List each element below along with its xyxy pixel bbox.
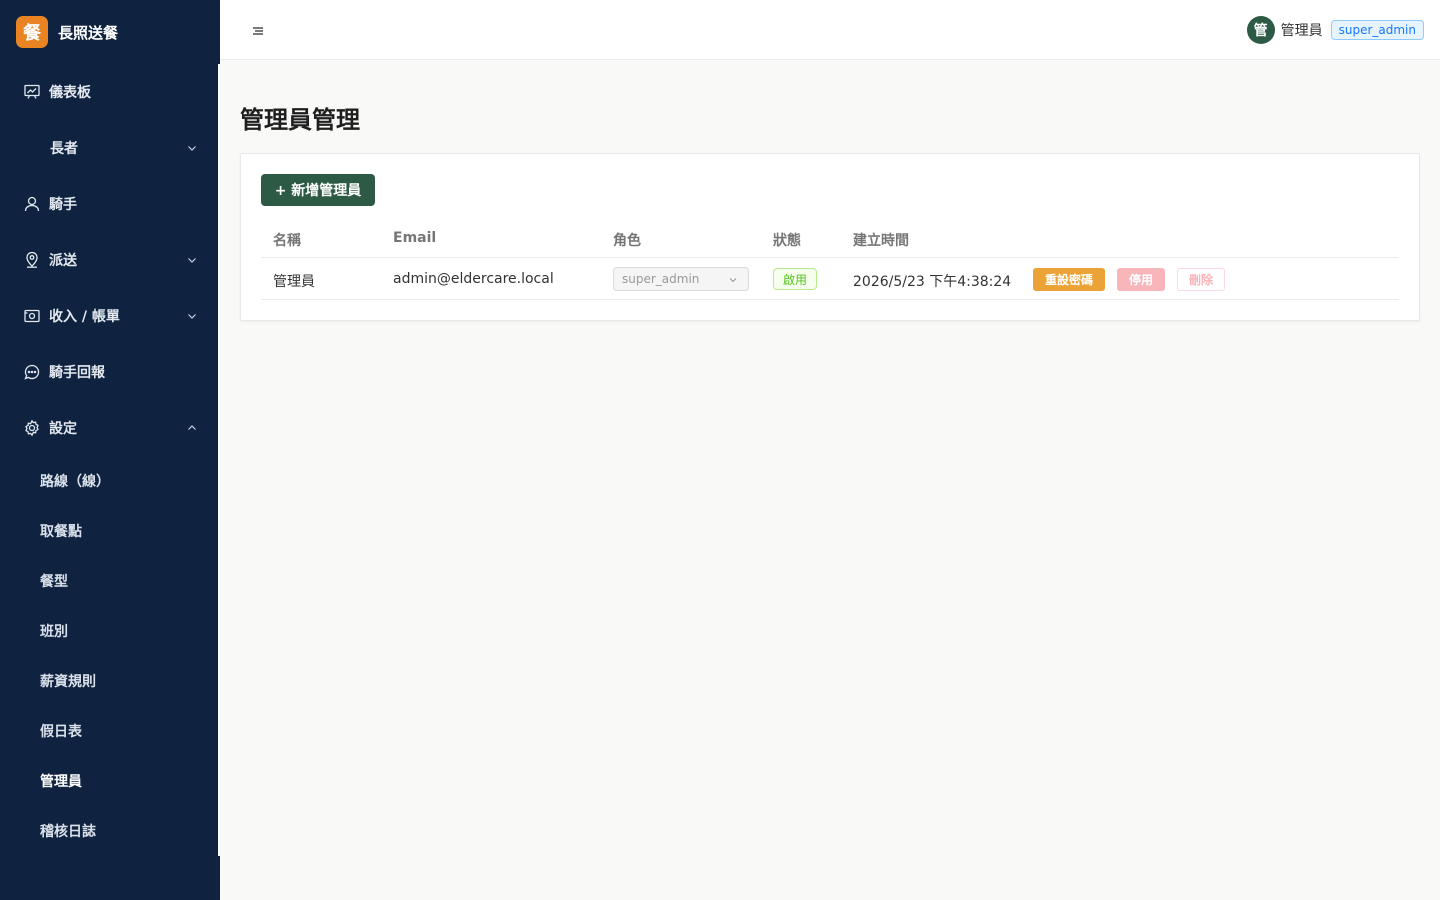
sidebar-subitem-label: 薪資規則: [40, 674, 96, 690]
sidebar-subitem-salary-rules[interactable]: 薪資規則: [0, 661, 218, 701]
chevron-down-icon: [186, 142, 198, 154]
add-admin-button[interactable]: + 新增管理員: [261, 174, 375, 206]
chevron-down-icon: [186, 310, 198, 322]
sidebar-item-label: 派送: [49, 253, 77, 269]
sidebar-item-label: 騎手回報: [49, 365, 105, 381]
message-icon: [23, 363, 41, 381]
location-icon: [23, 251, 41, 269]
cell-email: admin@eldercare.local: [393, 271, 554, 287]
sidebar-subitem-label: 路線（線）: [40, 474, 110, 490]
sidebar-item-label: 設定: [49, 421, 77, 437]
column-header-status: 狀態: [773, 233, 801, 249]
user-icon: [23, 195, 41, 213]
cell-name: 管理員: [273, 274, 315, 290]
sidebar-subitem-label: 管理員: [40, 774, 82, 790]
sidebar-subitem-audit-log[interactable]: 稽核日誌: [0, 811, 218, 851]
sidebar-subitem-meal-types[interactable]: 餐型: [0, 561, 218, 601]
reset-password-button[interactable]: 重設密碼: [1033, 268, 1105, 291]
sidebar-item-label: 儀表板: [49, 85, 91, 101]
wallet-icon: [23, 307, 41, 325]
role-badge: super_admin: [1330, 20, 1424, 40]
dashboard-icon: [23, 83, 41, 101]
sidebar-item-riders[interactable]: 騎手: [0, 184, 218, 224]
avatar: 管: [1246, 16, 1275, 44]
sidebar-item-elders[interactable]: 長者: [0, 128, 218, 168]
column-header-name: 名稱: [273, 233, 301, 249]
sidebar-subitem-label: 稽核日誌: [40, 824, 96, 840]
brand-name: 長照送餐: [58, 23, 119, 42]
sidebar-item-delivery[interactable]: 派送: [0, 240, 218, 280]
sidebar-item-billing[interactable]: 收入 / 帳單: [0, 296, 218, 336]
sidebar: 餐 長照送餐 儀表板 長者 騎手 派送 收入 / 帳單 騎手回報 設定 路線（線…: [0, 0, 220, 900]
chevron-down-icon: [186, 254, 198, 266]
sidebar-item-rider-reports[interactable]: 騎手回報: [0, 352, 218, 392]
table-header-divider: [261, 257, 1399, 258]
admin-table-card: + 新增管理員 名稱 Email 角色 狀態 建立時間 管理員 admin@el…: [240, 153, 1420, 321]
status-badge: 啟用: [773, 268, 817, 290]
chevron-down-icon: [728, 274, 738, 284]
sidebar-item-settings[interactable]: 設定: [0, 408, 218, 448]
chevron-up-icon: [186, 422, 198, 434]
column-header-role: 角色: [613, 233, 641, 249]
column-header-created: 建立時間: [853, 233, 909, 249]
user-menu[interactable]: 管 管理員 super_admin: [1246, 16, 1424, 44]
sidebar-item-dashboard[interactable]: 儀表板: [0, 72, 218, 112]
sidebar-subitem-routes[interactable]: 路線（線）: [0, 461, 218, 501]
role-select[interactable]: super_admin: [613, 267, 749, 291]
cell-created: 2026/5/23 下午4:38:24: [853, 274, 1012, 290]
sidebar-item-label: 長者: [50, 141, 78, 157]
sidebar-edge: [218, 64, 220, 856]
menu-toggle-icon[interactable]: [251, 23, 265, 37]
table-row-divider: [261, 299, 1399, 300]
sidebar-subitem-label: 餐型: [40, 574, 68, 590]
column-header-email: Email: [393, 230, 437, 246]
page-title: 管理員管理: [240, 106, 360, 134]
delete-button[interactable]: 刪除: [1177, 268, 1225, 291]
sidebar-subitem-label: 班別: [40, 624, 68, 640]
disable-button[interactable]: 停用: [1117, 268, 1165, 291]
gear-icon: [23, 419, 41, 437]
sidebar-subitem-label: 假日表: [40, 724, 82, 740]
role-select-value: super_admin: [622, 272, 700, 286]
sidebar-subitem-label: 取餐點: [40, 524, 82, 540]
user-name: 管理員: [1280, 23, 1323, 39]
brand-logo: 餐: [16, 16, 48, 48]
sidebar-subitem-admins[interactable]: 管理員: [0, 761, 218, 801]
top-header: 管 管理員 super_admin: [220, 0, 1440, 60]
brand[interactable]: 餐 長照送餐: [16, 16, 118, 48]
sidebar-subitem-shifts[interactable]: 班別: [0, 611, 218, 651]
sidebar-subitem-pickup-points[interactable]: 取餐點: [0, 511, 218, 551]
sidebar-subitem-holidays[interactable]: 假日表: [0, 711, 218, 751]
sidebar-item-label: 騎手: [49, 197, 77, 213]
sidebar-item-label: 收入 / 帳單: [49, 309, 120, 325]
